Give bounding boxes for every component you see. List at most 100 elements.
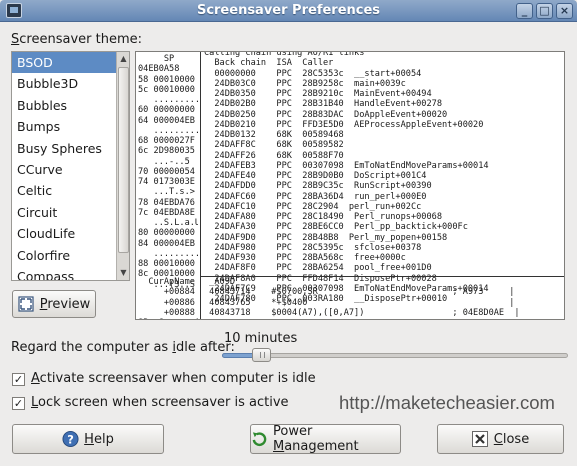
preview-text-line: SP Smxnzve0: [138, 318, 198, 319]
theme-list-item[interactable]: Celtic: [12, 180, 129, 201]
lock-label: Lock screen when screensaver is active: [31, 395, 289, 410]
preview-text-line: 24DB0132 68K 00589468: [204, 130, 344, 140]
preview-left-bottom: CurApName +00884 +00886 +00888SP Smxnzve…: [138, 277, 198, 319]
preview-text-line: 24DAFE40 PPC 28B9D0B0 DoScript+001C4: [204, 171, 427, 181]
preview-text-line: CurApName: [138, 277, 195, 287]
idle-slider[interactable]: [222, 348, 568, 362]
preview-text-line: +00888: [138, 307, 195, 318]
preview-text-line: 24DAFEB3 PPC 00307098 EmToNatEndMovePara…: [204, 160, 489, 171]
preview-text-line: 24DB0350 PPC 28B9210c MainEvent+00494: [204, 89, 432, 99]
preview-text-line: 24DB03C0 PPC 28B9258c main+0039c: [204, 78, 406, 89]
close-button-label: Close: [494, 432, 529, 447]
fullscreen-icon: [18, 296, 35, 313]
preview-text-line: ...-..5: [138, 156, 190, 167]
preview-text-line: +00886: [138, 297, 195, 308]
title-bar[interactable]: Screensaver Preferences _ □ ×: [0, 0, 577, 22]
preview-text-line: 24DAF930 PPC 28BA568c free+0000c: [204, 253, 406, 263]
close-rest: lose: [502, 431, 530, 447]
theme-list-item[interactable]: Compass: [12, 266, 129, 280]
minimize-button[interactable]: _: [516, 3, 533, 19]
preview-text-line: _A09D: [204, 277, 236, 287]
preview-text-line: 24DAFF8C 68K 00589582: [204, 140, 344, 151]
theme-list-scrollbar[interactable]: ▲ ▼: [116, 52, 129, 280]
power-rest: anagement: [284, 439, 359, 454]
preview-text-line: .........: [138, 95, 198, 105]
preview-text-line: 24DAFF26 68K 00588F70: [204, 150, 344, 161]
preview-text-line: 58 00010000: [138, 74, 195, 85]
activate-label: Activate screensaver when computer is id…: [31, 371, 316, 386]
screensaver-theme-label: Screensaver theme:: [11, 32, 142, 47]
theme-list-item[interactable]: Bubbles: [12, 95, 129, 116]
preview-text-line: 40843714 #$0700,SR ; A973 |: [204, 287, 515, 298]
power-pre: Power: [273, 424, 313, 439]
preview-text-line: 24DB0250 PPC 28B83DAC DoAppleEvent+00020: [204, 109, 448, 120]
power-button-label: Power Management: [273, 424, 400, 454]
preview-text-line: 24DAFA30 PPC 28BE6CC0 Perl_pp_backtick+0…: [204, 222, 468, 233]
preview-text-line: 80 00000000: [138, 228, 195, 239]
scroll-up-icon[interactable]: ▲: [118, 53, 129, 65]
preview-text-line: 40843765 *+$0400 |: [204, 297, 515, 308]
close-button[interactable]: Close: [437, 424, 564, 454]
preview-text-line: 24DAF9D0 PPC 28B48B8 Perl_my_popen+00158: [204, 232, 448, 243]
preview-text-line: 88 00010000: [138, 259, 195, 269]
activate-accel: A: [31, 371, 40, 386]
preview-text-line: Back chain ISA Caller: [204, 58, 334, 69]
preview-text-line: 40843718 $0004(A7),([0,A7]) ; 04E8D0AE |: [204, 307, 520, 318]
close-accel: C: [493, 431, 503, 447]
preview-button-label: Preview: [40, 297, 91, 312]
idle-value-text: 10 minutes: [224, 331, 298, 346]
preview-right-top: Calling chain using A6/R1 links Back cha…: [204, 51, 562, 304]
help-icon: ?: [62, 430, 79, 448]
preview-text-line: SP: [138, 54, 175, 64]
preview-text-line: 24DAFDD0 PPC 28B9C35c RunScript+00390: [204, 181, 432, 192]
preview-text-line: 24DAFC10 PPC 28C2904 perl_run+002Cc: [204, 201, 422, 212]
preview-text-line: ...T.s.>: [138, 187, 195, 198]
preview-text-line: 24DB0210 PPC FFD3E5D0 AEProcessAppleEven…: [204, 119, 484, 130]
preview-text-line: Calling chain using A6/R1 links: [204, 51, 365, 58]
scroll-thumb[interactable]: [118, 67, 129, 253]
activate-checkbox[interactable]: ✓: [12, 373, 25, 386]
theme-list-item[interactable]: Colorfire: [12, 245, 129, 266]
preview-text-line: 7c 04EBDA8E: [138, 207, 195, 218]
preview-left-top: SP 04EB0A58 58 00010000 5c 00010000 .......…: [138, 54, 198, 290]
preview-text-line: +00884: [138, 287, 195, 298]
watermark-url: http://maketecheasier.com: [339, 392, 555, 413]
preview-text-line: 74 0173003E: [138, 177, 195, 187]
slider-track[interactable]: [222, 353, 568, 358]
help-button[interactable]: ? Help: [12, 424, 164, 454]
preview-text-line: 24DAF980 PPC 28C5395c sfclose+00378: [204, 242, 422, 253]
theme-list-item[interactable]: Bubble3D: [12, 73, 129, 94]
lock-accel: L: [31, 395, 39, 410]
power-icon: [251, 431, 268, 448]
preview-text-line: 24DAF8F0 PPC 28BA6254 pool_free+001D0: [204, 263, 432, 274]
theme-list-item[interactable]: BSOD: [12, 52, 129, 74]
help-rest: elp: [93, 431, 114, 447]
preview-button[interactable]: Preview: [12, 290, 96, 318]
preview-text-line: 00000000 PPC 28C5353c __start+00054: [204, 68, 422, 79]
window-title: Screensaver Preferences: [196, 3, 381, 18]
scroll-down-icon[interactable]: ▼: [118, 267, 129, 279]
slider-knob[interactable]: [252, 348, 271, 362]
theme-list-item[interactable]: CloudLife: [12, 223, 129, 244]
lock-rest: ock screen when screensaver is active: [38, 395, 289, 410]
preview-text-line: .........: [138, 248, 198, 259]
close-icon: [472, 431, 489, 448]
screensaver-preview: SP 04EB0A58 58 00010000 5c 00010000 .......…: [135, 51, 565, 320]
preview-divider-vertical: [200, 52, 201, 319]
preview-text-line: 5c 00010000: [138, 84, 195, 95]
preview-text-line: 70 00000054: [138, 166, 195, 177]
power-management-button[interactable]: Power Management: [250, 424, 401, 454]
lock-checkbox[interactable]: ✓: [12, 397, 25, 410]
theme-list-item[interactable]: Busy Spheres: [12, 138, 129, 159]
theme-list[interactable]: BSOD Bubble3D Bubbles Bumps Busy Spheres CCur…: [11, 51, 130, 281]
close-window-button[interactable]: ×: [556, 3, 573, 19]
theme-list-item[interactable]: CCurve: [12, 159, 129, 180]
theme-list-item[interactable]: Bumps: [12, 116, 129, 137]
preview-text-line: 24DAFC60 PPC 28BA36D4 run_perl+000E0: [204, 191, 427, 202]
maximize-button[interactable]: □: [536, 3, 553, 19]
label-rest: creensaver theme:: [19, 32, 142, 47]
preview-text-line: .........: [138, 125, 198, 136]
help-button-label: Help: [84, 432, 114, 447]
theme-list-item[interactable]: Circuit: [12, 202, 129, 223]
preview-right-bottom: _A09D 40843714 #$0700,SR ; A973 | 408437…: [204, 277, 562, 318]
